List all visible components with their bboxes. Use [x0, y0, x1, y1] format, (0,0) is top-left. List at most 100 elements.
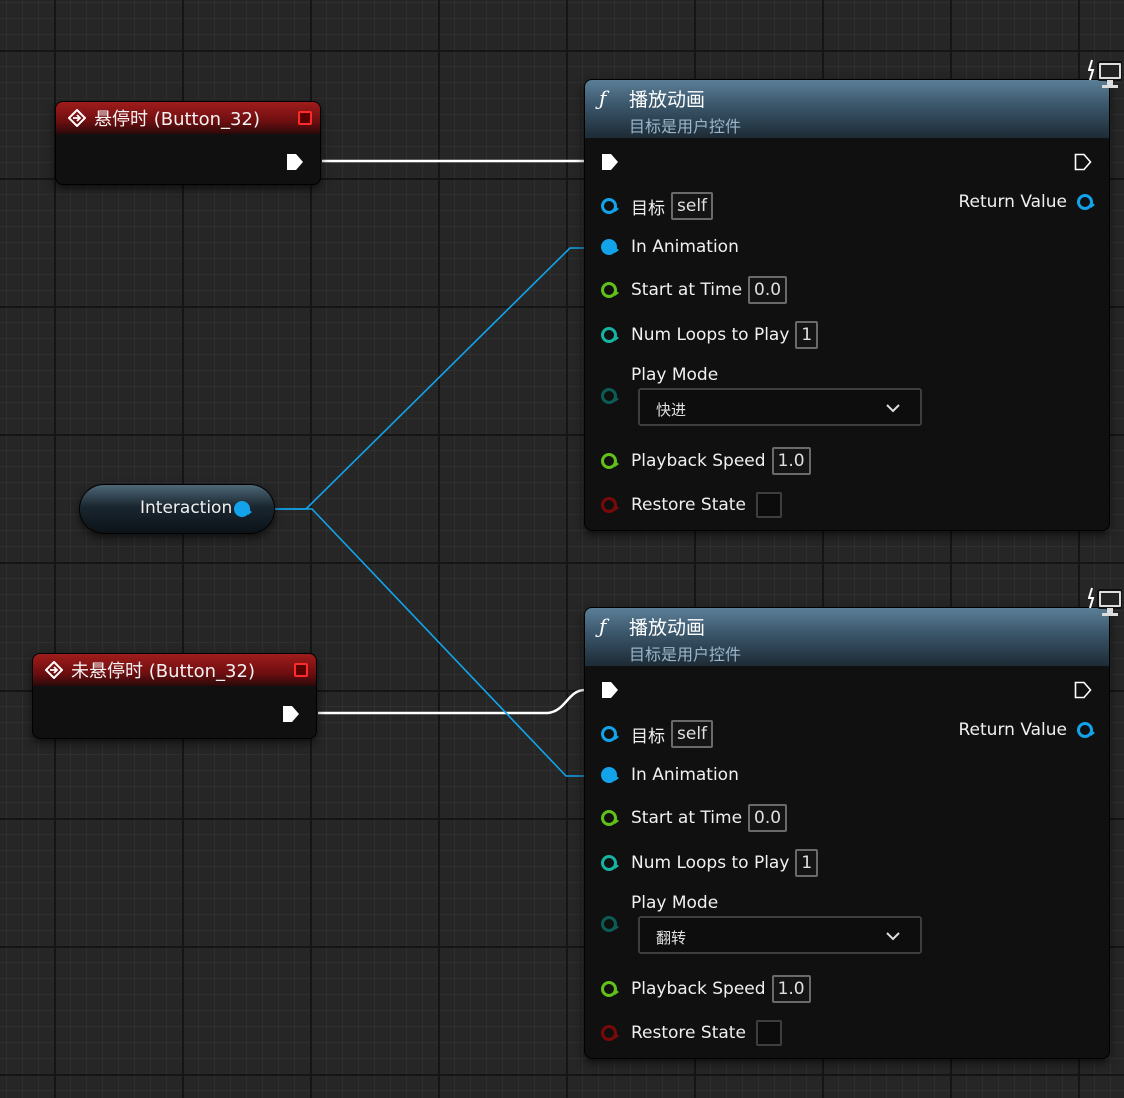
in-animation-label: In Animation: [631, 237, 739, 257]
restore-state-label: Restore State: [631, 495, 746, 515]
play-mode-pin[interactable]: [601, 388, 619, 404]
exec-output-pin[interactable]: [286, 153, 304, 171]
event-icon: [68, 109, 86, 127]
function-subtitle: 目标是用户控件: [629, 117, 742, 136]
event-icon: [45, 661, 63, 679]
restore-state-pin[interactable]: [601, 1025, 619, 1041]
function-node-header[interactable]: ƒ 播放动画 目标是用户控件: [585, 80, 1109, 138]
num-loops-input[interactable]: 1: [795, 321, 819, 349]
delegate-pin-icon[interactable]: [294, 663, 308, 677]
num-loops-row: Num Loops to Play 1: [601, 849, 819, 877]
exec-wire-unhovered: [318, 688, 604, 715]
return-value-row: Return Value: [958, 720, 1095, 740]
start-at-time-label: Start at Time: [631, 808, 743, 828]
start-at-time-pin[interactable]: [601, 810, 619, 826]
return-value-label: Return Value: [958, 192, 1068, 212]
in-animation-pin[interactable]: [601, 767, 619, 783]
playback-speed-label: Playback Speed: [631, 979, 766, 999]
exec-input-pin[interactable]: [601, 681, 619, 699]
return-value-pin[interactable]: [1077, 194, 1095, 210]
event-node-hovered[interactable]: 悬停时 (Button_32): [56, 102, 320, 184]
exec-output-pin[interactable]: [1074, 153, 1092, 171]
variable-label: Interaction: [140, 498, 233, 518]
play-mode-pin[interactable]: [601, 916, 619, 932]
event-node-header[interactable]: 未悬停时 (Button_32): [33, 654, 316, 686]
in-animation-pin[interactable]: [601, 239, 619, 255]
restore-state-row: Restore State: [601, 492, 782, 518]
target-row: 目标 self: [601, 720, 714, 748]
playback-speed-input[interactable]: 1.0: [771, 447, 811, 475]
playback-speed-input[interactable]: 1.0: [771, 975, 811, 1003]
in-animation-label: In Animation: [631, 765, 739, 785]
start-at-time-row: Start at Time 0.0: [601, 804, 788, 832]
chevron-down-icon: [886, 932, 900, 941]
playback-speed-pin[interactable]: [601, 453, 619, 469]
play-mode-row: [601, 916, 631, 932]
play-mode-dropdown[interactable]: 快进: [638, 388, 922, 426]
chevron-down-icon: [886, 404, 900, 413]
play-mode-row: [601, 388, 631, 404]
play-mode-label-row: Play Mode: [631, 365, 718, 385]
target-value-box: self: [671, 192, 714, 220]
target-row: 目标 self: [601, 192, 714, 220]
object-output-pin[interactable]: [234, 501, 252, 517]
num-loops-label: Num Loops to Play: [631, 325, 790, 345]
play-mode-selected: 翻转: [656, 929, 687, 947]
playback-speed-row: Playback Speed 1.0: [601, 447, 811, 475]
exec-wire-hovered: [322, 159, 605, 164]
restore-state-checkbox[interactable]: [755, 1020, 782, 1046]
function-node-play-animation-2[interactable]: ƒ 播放动画 目标是用户控件 目标 self Return Value In A…: [585, 608, 1109, 1058]
client-only-monitor-icon: [1088, 59, 1122, 88]
playback-speed-pin[interactable]: [601, 981, 619, 997]
function-title: 播放动画: [629, 89, 706, 111]
restore-state-pin[interactable]: [601, 497, 619, 513]
num-loops-row: Num Loops to Play 1: [601, 321, 819, 349]
delegate-pin-icon[interactable]: [298, 111, 312, 125]
exec-output-pin[interactable]: [1074, 681, 1092, 699]
target-pin[interactable]: [601, 198, 619, 214]
restore-state-row: Restore State: [601, 1020, 782, 1046]
start-at-time-input[interactable]: 0.0: [748, 804, 788, 832]
num-loops-pin[interactable]: [601, 855, 619, 871]
function-node-play-animation-1[interactable]: ƒ 播放动画 目标是用户控件 目标 self Return Value In A…: [585, 80, 1109, 530]
playback-speed-label: Playback Speed: [631, 451, 766, 471]
exec-output-pin[interactable]: [282, 705, 300, 723]
in-animation-row: In Animation: [601, 765, 739, 785]
play-mode-label: Play Mode: [631, 365, 719, 385]
variable-node-interaction[interactable]: Interaction: [80, 485, 274, 533]
return-value-pin[interactable]: [1077, 722, 1095, 738]
play-mode-label-row: Play Mode: [631, 893, 718, 913]
start-at-time-input[interactable]: 0.0: [748, 276, 788, 304]
return-value-label: Return Value: [958, 720, 1068, 740]
restore-state-checkbox[interactable]: [755, 492, 782, 518]
play-mode-label: Play Mode: [631, 893, 719, 913]
return-value-row: Return Value: [958, 192, 1095, 212]
exec-input-pin[interactable]: [601, 153, 619, 171]
event-node-unhovered[interactable]: 未悬停时 (Button_32): [33, 654, 316, 738]
num-loops-label: Num Loops to Play: [631, 853, 790, 873]
start-at-time-row: Start at Time 0.0: [601, 276, 788, 304]
play-mode-selected: 快进: [656, 401, 687, 419]
target-label: 目标: [631, 198, 665, 219]
num-loops-pin[interactable]: [601, 327, 619, 343]
function-icon: ƒ: [599, 86, 607, 110]
in-animation-row: In Animation: [601, 237, 739, 257]
restore-state-label: Restore State: [631, 1023, 746, 1043]
target-label: 目标: [631, 726, 665, 747]
function-node-header[interactable]: ƒ 播放动画 目标是用户控件: [585, 608, 1109, 666]
target-value-box: self: [671, 720, 714, 748]
function-subtitle: 目标是用户控件: [629, 645, 742, 664]
event-node-header[interactable]: 悬停时 (Button_32): [56, 102, 320, 134]
event-node-title: 未悬停时 (Button_32): [71, 661, 255, 682]
target-pin[interactable]: [601, 726, 619, 742]
start-at-time-pin[interactable]: [601, 282, 619, 298]
client-only-monitor-icon: [1088, 587, 1122, 616]
start-at-time-label: Start at Time: [631, 280, 743, 300]
num-loops-input[interactable]: 1: [795, 849, 819, 877]
function-icon: ƒ: [599, 614, 607, 638]
function-title: 播放动画: [629, 617, 706, 639]
object-wire-interaction-top: [260, 247, 606, 510]
play-mode-dropdown[interactable]: 翻转: [638, 916, 922, 954]
event-node-title: 悬停时 (Button_32): [94, 109, 260, 130]
playback-speed-row: Playback Speed 1.0: [601, 975, 811, 1003]
